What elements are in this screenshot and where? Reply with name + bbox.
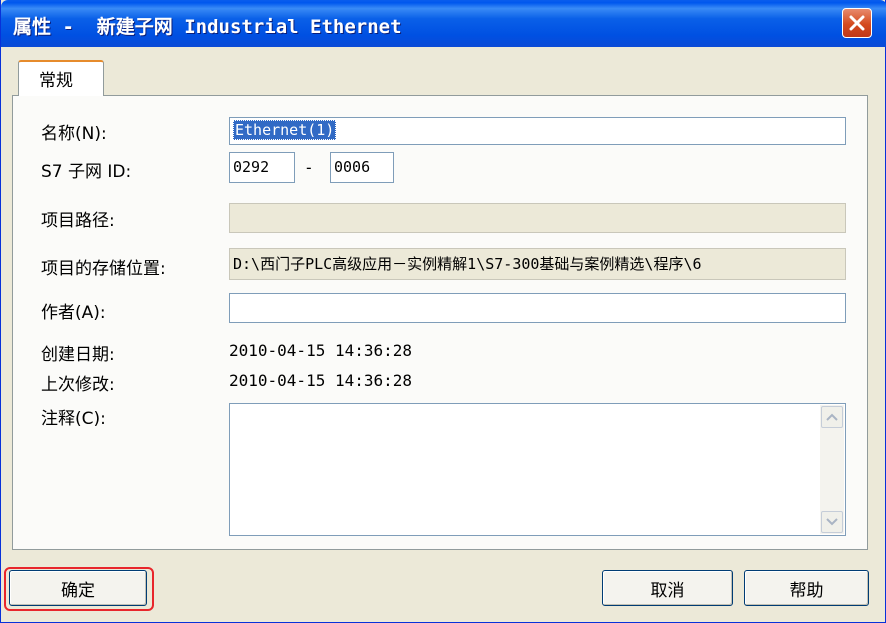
project-path-label: 项目路径: <box>41 211 115 231</box>
storage-location-value: D:\西门子PLC高级应用－实例精解1\S7-300基础与案例精选\程序\6 <box>233 255 702 273</box>
cancel-button-label: 取消 <box>650 580 685 601</box>
window-title: 属性 - 新建子网 Industrial Ethernet <box>13 16 402 38</box>
ok-button-label: 确定 <box>61 580 95 601</box>
project-path-field <box>229 203 846 233</box>
subnet-id-field-1-value: 0292 <box>233 158 270 176</box>
comment-scrollbar[interactable] <box>820 405 844 534</box>
created-value: 2010-04-15 14:36:28 <box>229 341 413 360</box>
help-button[interactable]: 帮助 <box>744 570 869 606</box>
modified-label: 上次修改: <box>41 375 115 395</box>
tab-general-label: 常规 <box>39 71 73 91</box>
tab-general[interactable]: 常规 <box>18 60 104 96</box>
subnet-id-field-2[interactable]: 0006 <box>330 152 394 183</box>
cancel-button[interactable]: 取消 <box>602 570 733 606</box>
storage-location-label: 项目的存储位置: <box>41 259 166 279</box>
name-label: 名称(N): <box>41 124 107 144</box>
created-label: 创建日期: <box>41 345 115 365</box>
subnet-id-separator: - <box>304 158 314 177</box>
close-button[interactable] <box>842 8 872 38</box>
comment-textarea[interactable] <box>229 403 846 536</box>
name-field-value: Ethernet(1) <box>233 120 337 140</box>
subnet-id-field-1[interactable]: 0292 <box>229 152 295 183</box>
subnet-id-field-2-value: 0006 <box>334 158 371 176</box>
ok-button[interactable]: 确定 <box>9 570 147 606</box>
author-field[interactable] <box>229 293 846 323</box>
properties-dialog: 属性 - 新建子网 Industrial Ethernet 常规 名称(N): … <box>0 0 886 623</box>
chevron-up-icon <box>826 413 838 421</box>
comment-label: 注释(C): <box>41 409 106 429</box>
title-bar[interactable]: 属性 - 新建子网 Industrial Ethernet <box>1 0 886 47</box>
scroll-up-button[interactable] <box>821 406 843 428</box>
storage-location-field: D:\西门子PLC高级应用－实例精解1\S7-300基础与案例精选\程序\6 <box>229 248 846 280</box>
subnet-id-label: S7 子网 ID: <box>41 162 132 182</box>
chevron-down-icon <box>826 518 838 526</box>
name-field[interactable]: Ethernet(1) <box>229 117 846 145</box>
author-label: 作者(A): <box>41 303 106 323</box>
close-icon <box>849 15 865 31</box>
modified-value: 2010-04-15 14:36:28 <box>229 371 413 390</box>
scroll-down-button[interactable] <box>821 511 843 533</box>
help-button-label: 帮助 <box>789 580 824 601</box>
